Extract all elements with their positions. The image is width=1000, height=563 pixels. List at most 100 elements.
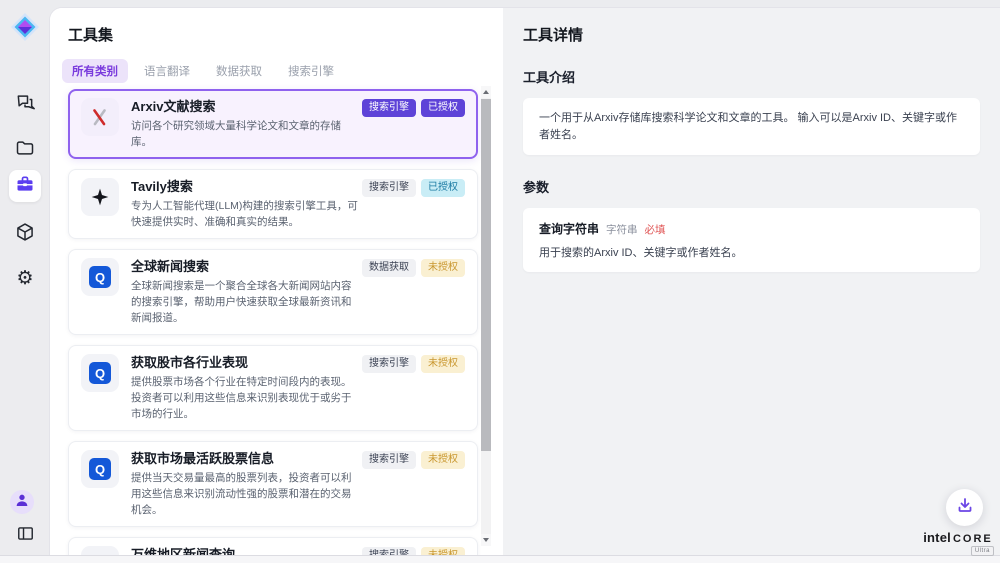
sidebar-item-chat[interactable]: [9, 88, 41, 120]
tool-card-badges: 搜索引擎 未授权: [362, 355, 465, 373]
tool-card-desc: 提供当天交易量最高的股票列表，投资者可以利用这些信息来识别流动性强的股票和潜在的…: [131, 470, 358, 518]
collapse-panel-button[interactable]: [9, 520, 41, 552]
cube-icon: [15, 222, 35, 247]
scrollbar-thumb[interactable]: [481, 99, 491, 451]
sidebar-item-settings[interactable]: ⚙: [9, 262, 41, 294]
tool-card-desc: 访问各个研究领域大量科学论文和文章的存储库。: [131, 118, 358, 150]
auth-status-badge: 未授权: [421, 355, 465, 373]
param-header-row: 查询字符串 字符串 必填: [539, 220, 964, 237]
tool-card-arxiv[interactable]: Arxiv文献搜索 访问各个研究领域大量科学论文和文章的存储库。 搜索引擎 已授…: [68, 89, 478, 159]
auth-status-badge: 未授权: [421, 259, 465, 277]
brand-text-row: intel CORE: [923, 530, 993, 545]
main-surface: 工具集 所有类别 语言翻译 数据获取 搜索引擎 Arxiv文献搜索 访问各个研究…: [50, 8, 1000, 555]
blue-search-glyph: Q: [89, 458, 111, 480]
triangle-up-icon: [483, 90, 489, 94]
tool-card-badges: 数据获取 未授权: [362, 259, 465, 277]
sidebar-item-tools[interactable]: [9, 170, 41, 202]
category-tabs: 所有类别 语言翻译 数据获取 搜索引擎: [62, 59, 503, 83]
window-bottom-strip: [0, 555, 1000, 563]
blue-search-glyph: Q: [89, 362, 111, 384]
page-title: 工具集: [68, 24, 503, 45]
intro-heading: 工具介绍: [523, 67, 980, 86]
blue-search-glyph: Q: [89, 266, 111, 288]
intel-core-logo: intel CORE Ultra: [922, 530, 994, 556]
scrollbar-up-button[interactable]: [481, 86, 491, 98]
tool-card-active-stocks[interactable]: Q 获取市场最活跃股票信息 提供当天交易量最高的股票列表，投资者可以利用这些信息…: [68, 441, 478, 527]
param-required-flag: 必填: [645, 222, 666, 237]
tab-data-acquisition[interactable]: 数据获取: [206, 59, 272, 83]
user-avatar[interactable]: [10, 490, 34, 514]
category-badge: 搜索引擎: [362, 355, 416, 373]
arxiv-icon: [81, 98, 119, 136]
tool-card-global-news[interactable]: Q 全球新闻搜索 全球新闻搜索是一个聚合全球各大新闻网站内容的搜索引擎，帮助用户…: [68, 249, 478, 335]
tool-card-title: Arxiv文献搜索: [131, 98, 358, 116]
toolbox-icon: [15, 174, 35, 199]
collapse-panel-icon: [16, 524, 35, 548]
params-heading: 参数: [523, 177, 980, 196]
chat-icon: [15, 92, 35, 117]
tool-card-sector-performance[interactable]: Q 获取股市各行业表现 提供股票市场各个行业在特定时间段内的表现。投资者可以利用…: [68, 345, 478, 431]
category-badge: 搜索引擎: [362, 179, 416, 197]
sidebar-rail: ⚙: [0, 0, 50, 555]
detail-title: 工具详情: [523, 24, 980, 45]
download-icon: [956, 496, 974, 519]
tab-all-categories[interactable]: 所有类别: [62, 59, 128, 83]
category-badge: 搜索引擎: [362, 547, 416, 555]
brand-ultra-badge: Ultra: [971, 546, 994, 556]
tool-card-title: 万维地区新闻查询: [131, 546, 358, 555]
tool-card-badges: 搜索引擎 已授权: [362, 99, 465, 117]
brand-intel-text: intel: [923, 530, 951, 545]
card-body: 获取股市各行业表现 提供股票市场各个行业在特定时间段内的表现。投资者可以利用这些…: [131, 354, 358, 422]
intro-box: 一个用于从Arxiv存储库搜索科学论文和文章的工具。 输入可以是Arxiv ID…: [523, 98, 980, 155]
param-box: 查询字符串 字符串 必填 用于搜索的Arxiv ID、关键字或作者姓名。: [523, 208, 980, 272]
tool-card-regional-news[interactable]: 万维地区新闻查询 查询具体行政区划内的新闻，快速了解各地新闻动 搜索引擎 未授权: [68, 537, 478, 555]
param-desc: 用于搜索的Arxiv ID、关键字或作者姓名。: [539, 244, 964, 260]
tool-card-title: Tavily搜索: [131, 178, 358, 196]
sidebar-item-files[interactable]: [9, 134, 41, 166]
category-badge: 搜索引擎: [362, 451, 416, 469]
card-body: 万维地区新闻查询 查询具体行政区划内的新闻，快速了解各地新闻动: [131, 546, 358, 555]
tool-card-desc: 提供股票市场各个行业在特定时间段内的表现。投资者可以利用这些信息来识别表现优于或…: [131, 374, 358, 422]
triangle-down-icon: [483, 538, 489, 542]
tab-language-translation[interactable]: 语言翻译: [134, 59, 200, 83]
sidebar-item-models[interactable]: [9, 218, 41, 250]
card-body: 全球新闻搜索 全球新闻搜索是一个聚合全球各大新闻网站内容的搜索引擎，帮助用户快速…: [131, 258, 358, 326]
auth-status-badge: 已授权: [421, 99, 465, 117]
gear-icon: ⚙: [16, 269, 33, 288]
blue-search-icon: Q: [81, 258, 119, 296]
tool-card-tavily[interactable]: Tavily搜索 专为人工智能代理(LLM)构建的搜索引擎工具，可快速提供实时、…: [68, 169, 478, 239]
tool-card-title: 全球新闻搜索: [131, 258, 358, 276]
category-badge: 搜索引擎: [362, 99, 416, 117]
app-logo-diamond-icon: [10, 12, 40, 42]
tool-card-title: 获取股市各行业表现: [131, 354, 358, 372]
tool-card-list: Arxiv文献搜索 访问各个研究领域大量科学论文和文章的存储库。 搜索引擎 已授…: [68, 89, 478, 555]
tool-card-badges: 搜索引擎 已授权: [362, 179, 465, 197]
tool-detail-panel: 工具详情 工具介绍 一个用于从Arxiv存储库搜索科学论文和文章的工具。 输入可…: [503, 8, 1000, 555]
user-avatar-icon: [14, 492, 30, 513]
blue-search-icon: Q: [81, 450, 119, 488]
list-scrollbar[interactable]: [481, 86, 491, 546]
folder-icon: [15, 138, 35, 163]
auth-status-badge: 未授权: [421, 451, 465, 469]
tool-card-badges: 搜索引擎 未授权: [362, 451, 465, 469]
param-name: 查询字符串: [539, 220, 599, 237]
brand-core-text: CORE: [953, 533, 993, 545]
auth-status-badge: 未授权: [421, 547, 465, 555]
intro-text: 一个用于从Arxiv存储库搜索科学论文和文章的工具。 输入可以是Arxiv ID…: [539, 110, 964, 143]
tool-card-title: 获取市场最活跃股票信息: [131, 450, 358, 468]
auth-status-badge: 已授权: [421, 179, 465, 197]
card-body: Tavily搜索 专为人工智能代理(LLM)构建的搜索引擎工具，可快速提供实时、…: [131, 178, 358, 230]
scrollbar-down-button[interactable]: [481, 534, 491, 546]
tool-card-badges: 搜索引擎 未授权: [362, 547, 465, 555]
tool-card-desc: 专为人工智能代理(LLM)构建的搜索引擎工具，可快速提供实时、准确和真实的结果。: [131, 198, 358, 230]
card-body: 获取市场最活跃股票信息 提供当天交易量最高的股票列表，投资者可以利用这些信息来识…: [131, 450, 358, 518]
newspaper-icon: [81, 546, 119, 555]
tavily-star-icon: [81, 178, 119, 216]
param-type: 字符串: [606, 222, 638, 237]
blue-search-icon: Q: [81, 354, 119, 392]
tool-card-desc: 全球新闻搜索是一个聚合全球各大新闻网站内容的搜索引擎，帮助用户快速获取全球最新资…: [131, 278, 358, 326]
tool-list-panel: 工具集 所有类别 语言翻译 数据获取 搜索引擎 Arxiv文献搜索 访问各个研究…: [50, 8, 503, 555]
card-body: Arxiv文献搜索 访问各个研究领域大量科学论文和文章的存储库。: [131, 98, 358, 150]
download-button[interactable]: [946, 489, 983, 526]
tab-search-engine[interactable]: 搜索引擎: [278, 59, 344, 83]
